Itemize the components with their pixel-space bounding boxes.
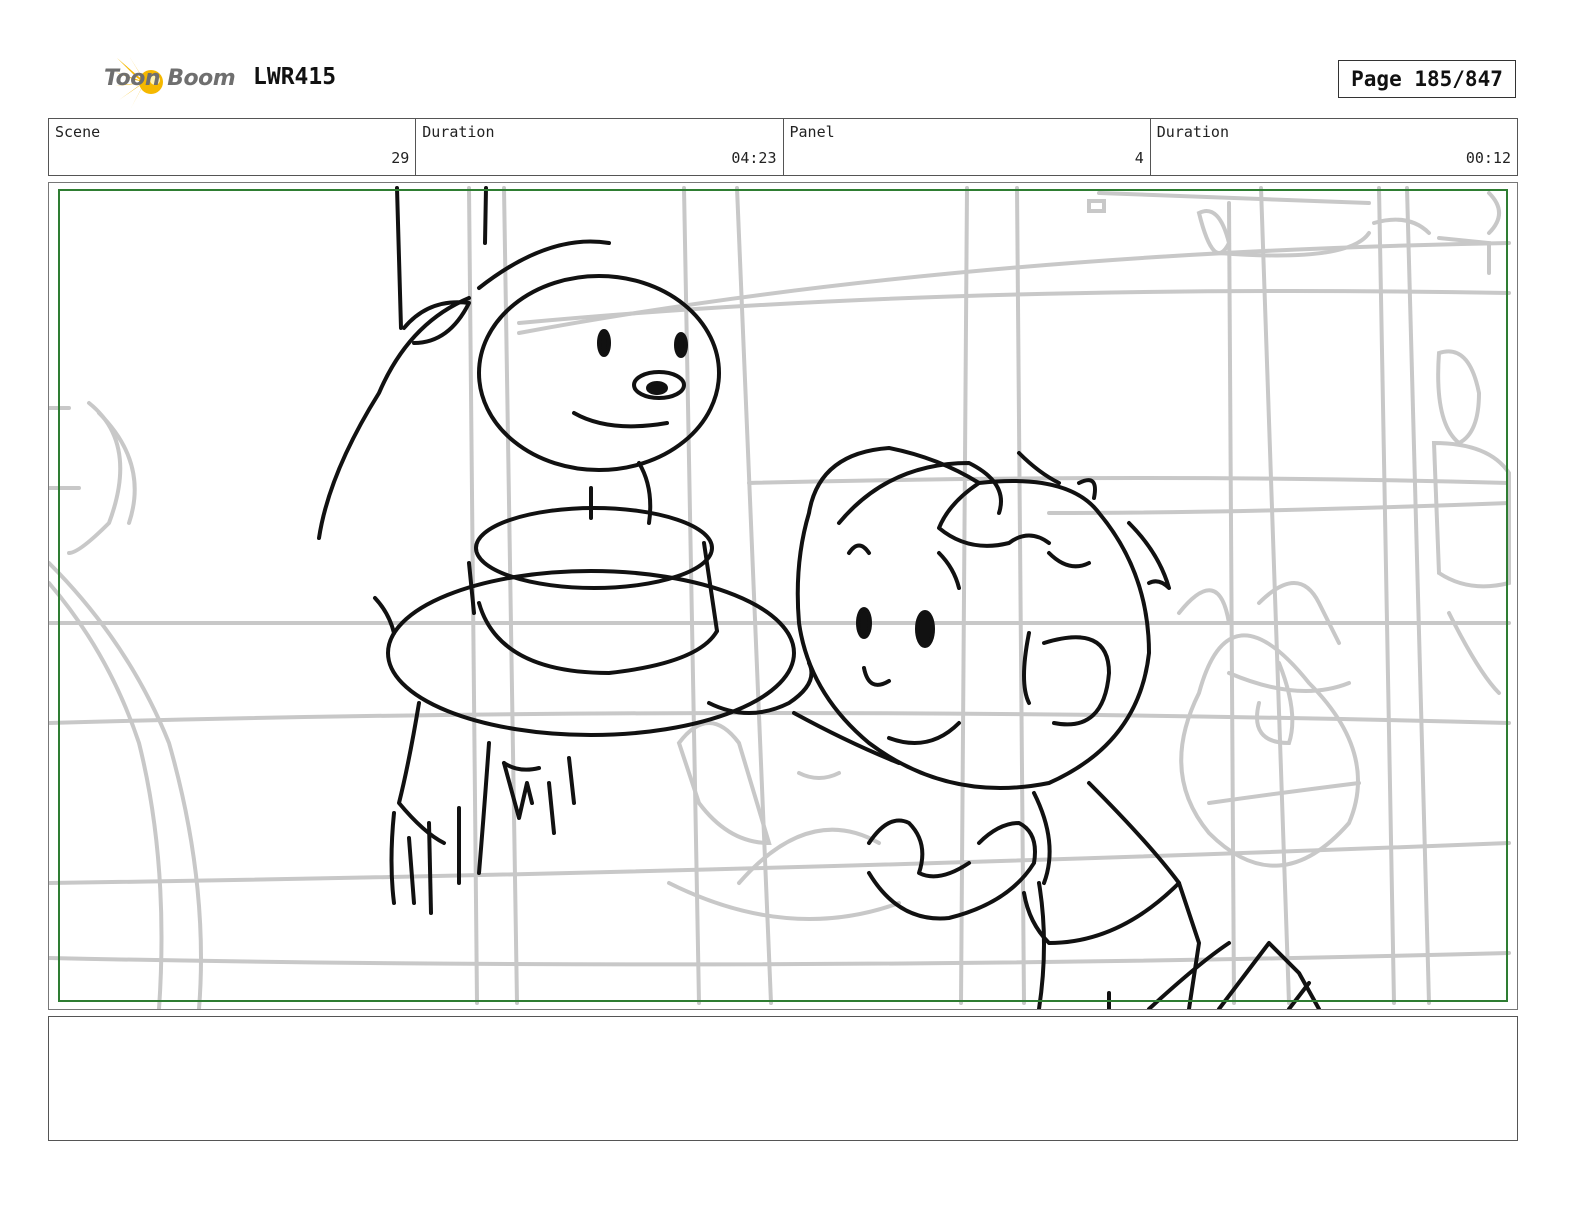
logo-text: Toon Boom — [104, 66, 236, 91]
notes-box[interactable] — [48, 1016, 1518, 1141]
scene-label: Scene — [55, 123, 101, 141]
storyboard-panel — [48, 182, 1518, 1010]
scene-duration-value: 04:23 — [731, 149, 777, 167]
panel-info-row: Scene 29 Duration 04:23 Panel 4 Duration… — [48, 118, 1518, 176]
panel-value: 4 — [1134, 149, 1144, 167]
project-code: LWR415 — [253, 64, 337, 90]
scene-duration-cell: Duration 04:23 — [416, 119, 784, 175]
background-sketch — [49, 186, 1511, 1009]
scene-value: 29 — [391, 149, 410, 167]
panel-duration-cell: Duration 00:12 — [1151, 119, 1517, 175]
notes-text — [49, 1017, 1517, 1033]
panel-cell: Panel 4 — [784, 119, 1151, 175]
bear-head — [477, 274, 721, 472]
panel-sketch — [49, 186, 1511, 1009]
page-indicator: Page 185/847 — [1338, 60, 1516, 98]
boy-head — [795, 446, 1151, 790]
panel-label: Panel — [789, 123, 835, 141]
panel-duration-value: 00:12 — [1465, 149, 1511, 167]
scene-cell: Scene 29 — [49, 119, 417, 175]
scene-duration-label: Duration — [422, 123, 495, 141]
panel-duration-label: Duration — [1156, 123, 1229, 141]
